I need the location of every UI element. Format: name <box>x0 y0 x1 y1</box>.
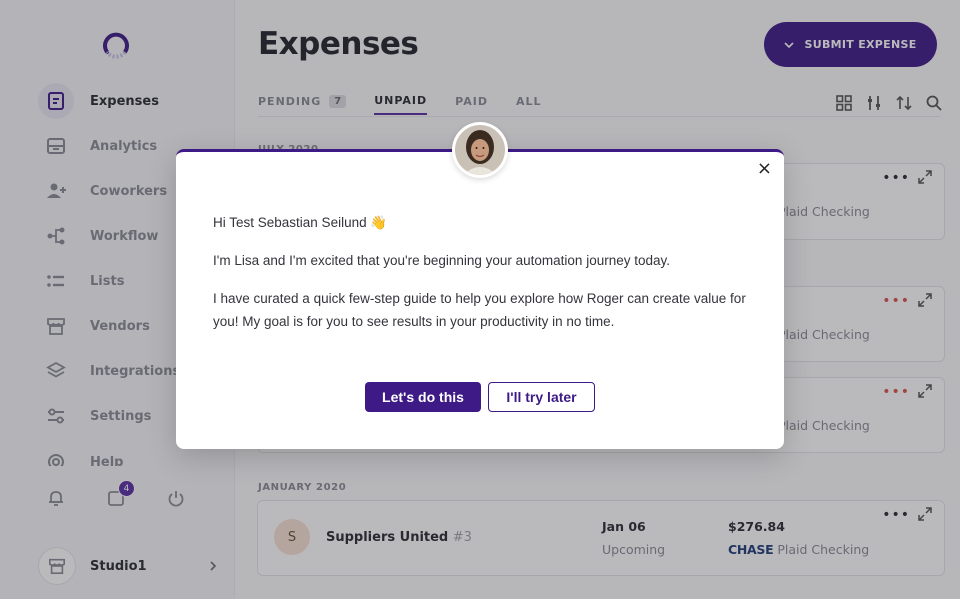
lets-do-this-button[interactable]: Let's do this <box>365 382 481 412</box>
try-later-button[interactable]: I'll try later <box>488 382 595 412</box>
lisa-photo <box>455 125 505 175</box>
welcome-dialog: × Hi Test Sebastian Seilund 👋 I'm Lisa a… <box>176 149 784 449</box>
intro-text: I'm Lisa and I'm excited that you're beg… <box>213 253 670 268</box>
close-icon[interactable]: × <box>757 160 772 178</box>
avatar <box>452 122 508 178</box>
guide-text: I have curated a quick few-step guide to… <box>213 291 746 329</box>
greeting-text: Hi Test Sebastian Seilund 👋 <box>213 215 388 230</box>
